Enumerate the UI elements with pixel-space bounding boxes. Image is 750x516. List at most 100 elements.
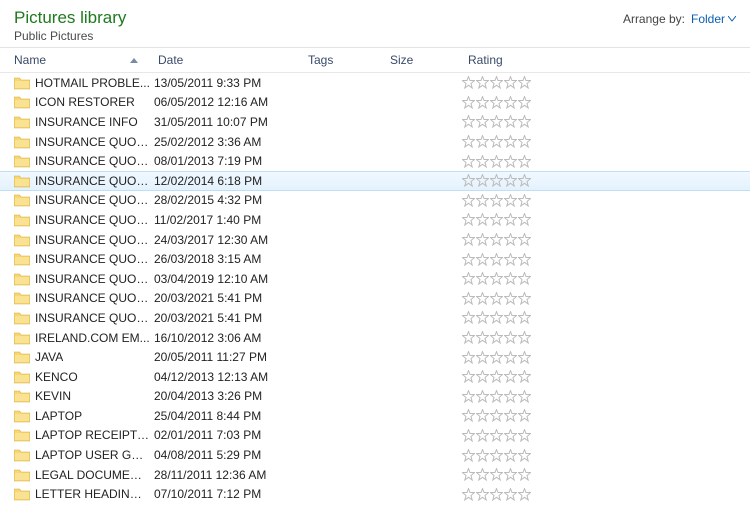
folder-row[interactable]: INSURANCE QUOT...03/04/2019 12:10 AM bbox=[0, 269, 750, 289]
cell-rating[interactable] bbox=[460, 194, 590, 207]
cell-rating[interactable] bbox=[460, 370, 590, 383]
folder-row[interactable]: LAPTOP25/04/2011 8:44 PM bbox=[0, 406, 750, 426]
cell-date: 20/03/2021 5:41 PM bbox=[150, 291, 300, 305]
star-icon bbox=[462, 331, 475, 344]
star-icon bbox=[518, 429, 531, 442]
cell-rating[interactable] bbox=[460, 351, 590, 364]
folder-row[interactable]: INSURANCE QUOT...26/03/2018 3:15 AM bbox=[0, 249, 750, 269]
star-icon bbox=[476, 370, 489, 383]
star-icon bbox=[518, 468, 531, 481]
folder-row[interactable]: LEGAL DOCUMENT...28/11/2011 12:36 AM bbox=[0, 465, 750, 485]
folder-row[interactable]: LAPTOP USER GUID...04/08/2011 5:29 PM bbox=[0, 445, 750, 465]
star-icon bbox=[518, 351, 531, 364]
folder-name-label: INSURANCE QUOT... bbox=[35, 213, 150, 227]
cell-rating[interactable] bbox=[460, 155, 590, 168]
library-header: Pictures library Public Pictures Arrange… bbox=[0, 0, 750, 47]
star-icon bbox=[476, 253, 489, 266]
cell-date: 03/04/2019 12:10 AM bbox=[150, 272, 300, 286]
star-icon bbox=[462, 213, 475, 226]
folder-row[interactable]: JAVA20/05/2011 11:27 PM bbox=[0, 347, 750, 367]
cell-rating[interactable] bbox=[460, 253, 590, 266]
folder-icon bbox=[14, 193, 30, 207]
cell-date: 04/12/2013 12:13 AM bbox=[150, 370, 300, 384]
cell-rating[interactable] bbox=[460, 174, 590, 187]
folder-name-label: INSURANCE QUOT... bbox=[35, 154, 150, 168]
folder-row[interactable]: LAPTOP RECEIPT A...02/01/2011 7:03 PM bbox=[0, 426, 750, 446]
cell-name: INSURANCE QUOT... bbox=[0, 233, 150, 247]
cell-rating[interactable] bbox=[460, 272, 590, 285]
column-header-size[interactable]: Size bbox=[382, 49, 460, 71]
star-icon bbox=[504, 488, 517, 501]
cell-rating[interactable] bbox=[460, 409, 590, 422]
folder-row[interactable]: HOTMAIL PROBLE...13/05/2011 9:33 PM bbox=[0, 73, 750, 93]
folder-row[interactable]: INSURANCE QUOT...12/02/2014 6:18 PM bbox=[0, 171, 750, 191]
sort-ascending-icon bbox=[130, 58, 138, 63]
star-icon bbox=[490, 488, 503, 501]
cell-name: KEVIN bbox=[0, 389, 150, 403]
cell-date: 04/08/2011 5:29 PM bbox=[150, 448, 300, 462]
cell-date: 11/02/2017 1:40 PM bbox=[150, 213, 300, 227]
column-header-name[interactable]: Name bbox=[0, 49, 150, 71]
folder-row[interactable]: INSURANCE QUOT...28/02/2015 4:32 PM bbox=[0, 191, 750, 211]
cell-rating[interactable] bbox=[460, 488, 590, 501]
folder-row[interactable]: INSURANCE QUOT...20/03/2021 5:41 PM bbox=[0, 308, 750, 328]
cell-name: LEGAL DOCUMENT... bbox=[0, 468, 150, 482]
folder-icon bbox=[14, 174, 30, 188]
cell-rating[interactable] bbox=[460, 292, 590, 305]
star-icon bbox=[476, 390, 489, 403]
star-icon bbox=[504, 370, 517, 383]
cell-rating[interactable] bbox=[460, 135, 590, 148]
cell-rating[interactable] bbox=[460, 449, 590, 462]
folder-row[interactable]: KENCO04/12/2013 12:13 AM bbox=[0, 367, 750, 387]
folder-row[interactable]: LETTER HEADINGS ...07/10/2011 7:12 PM bbox=[0, 484, 750, 504]
cell-rating[interactable] bbox=[460, 76, 590, 89]
cell-date: 12/02/2014 6:18 PM bbox=[150, 174, 300, 188]
folder-row[interactable]: INSURANCE INFO31/05/2011 10:07 PM bbox=[0, 112, 750, 132]
folder-name-label: LAPTOP USER GUID... bbox=[35, 448, 150, 462]
cell-rating[interactable] bbox=[460, 468, 590, 481]
cell-name: INSURANCE QUOT... bbox=[0, 174, 150, 188]
file-list[interactable]: HOTMAIL PROBLE...13/05/2011 9:33 PMICON … bbox=[0, 73, 750, 513]
cell-rating[interactable] bbox=[460, 213, 590, 226]
column-header-rating[interactable]: Rating bbox=[460, 49, 590, 71]
folder-name-label: LAPTOP bbox=[35, 409, 82, 423]
cell-rating[interactable] bbox=[460, 96, 590, 109]
column-header-tags[interactable]: Tags bbox=[300, 49, 382, 71]
star-icon bbox=[476, 429, 489, 442]
star-icon bbox=[518, 272, 531, 285]
folder-name-label: INSURANCE QUOT... bbox=[35, 193, 150, 207]
star-icon bbox=[518, 311, 531, 324]
star-icon bbox=[462, 115, 475, 128]
folder-row[interactable]: KEVIN20/04/2013 3:26 PM bbox=[0, 387, 750, 407]
folder-name-label: LAPTOP RECEIPT A... bbox=[35, 428, 150, 442]
star-icon bbox=[518, 292, 531, 305]
cell-rating[interactable] bbox=[460, 233, 590, 246]
star-icon bbox=[476, 233, 489, 246]
cell-date: 31/05/2011 10:07 PM bbox=[150, 115, 300, 129]
star-icon bbox=[518, 253, 531, 266]
star-icon bbox=[518, 370, 531, 383]
star-icon bbox=[462, 390, 475, 403]
folder-row[interactable]: INSURANCE QUOT...08/01/2013 7:19 PM bbox=[0, 151, 750, 171]
folder-row[interactable]: INSURANCE QUOT...11/02/2017 1:40 PM bbox=[0, 210, 750, 230]
cell-rating[interactable] bbox=[460, 390, 590, 403]
folder-icon bbox=[14, 389, 30, 403]
column-header-date[interactable]: Date bbox=[150, 49, 300, 71]
arrange-by-dropdown[interactable]: Folder bbox=[691, 12, 736, 26]
folder-name-label: INSURANCE QUOT... bbox=[35, 291, 150, 305]
folder-row[interactable]: IRELAND.COM EM...16/10/2012 3:06 AM bbox=[0, 328, 750, 348]
folder-row[interactable]: INSURANCE QUOT...20/03/2021 5:41 PM bbox=[0, 289, 750, 309]
folder-icon bbox=[14, 233, 30, 247]
star-icon bbox=[490, 311, 503, 324]
cell-rating[interactable] bbox=[460, 331, 590, 344]
folder-name-label: INSURANCE QUOT... bbox=[35, 174, 150, 188]
cell-name: IRELAND.COM EM... bbox=[0, 331, 150, 345]
folder-row[interactable]: ICON RESTORER06/05/2012 12:16 AM bbox=[0, 93, 750, 113]
cell-name: INSURANCE QUOT... bbox=[0, 291, 150, 305]
folder-row[interactable]: INSURANCE QUOT...24/03/2017 12:30 AM bbox=[0, 230, 750, 250]
folder-row[interactable]: INSURANCE QUOT...25/02/2012 3:36 AM bbox=[0, 132, 750, 152]
cell-rating[interactable] bbox=[460, 311, 590, 324]
cell-name: KENCO bbox=[0, 370, 150, 384]
cell-rating[interactable] bbox=[460, 115, 590, 128]
cell-rating[interactable] bbox=[460, 429, 590, 442]
